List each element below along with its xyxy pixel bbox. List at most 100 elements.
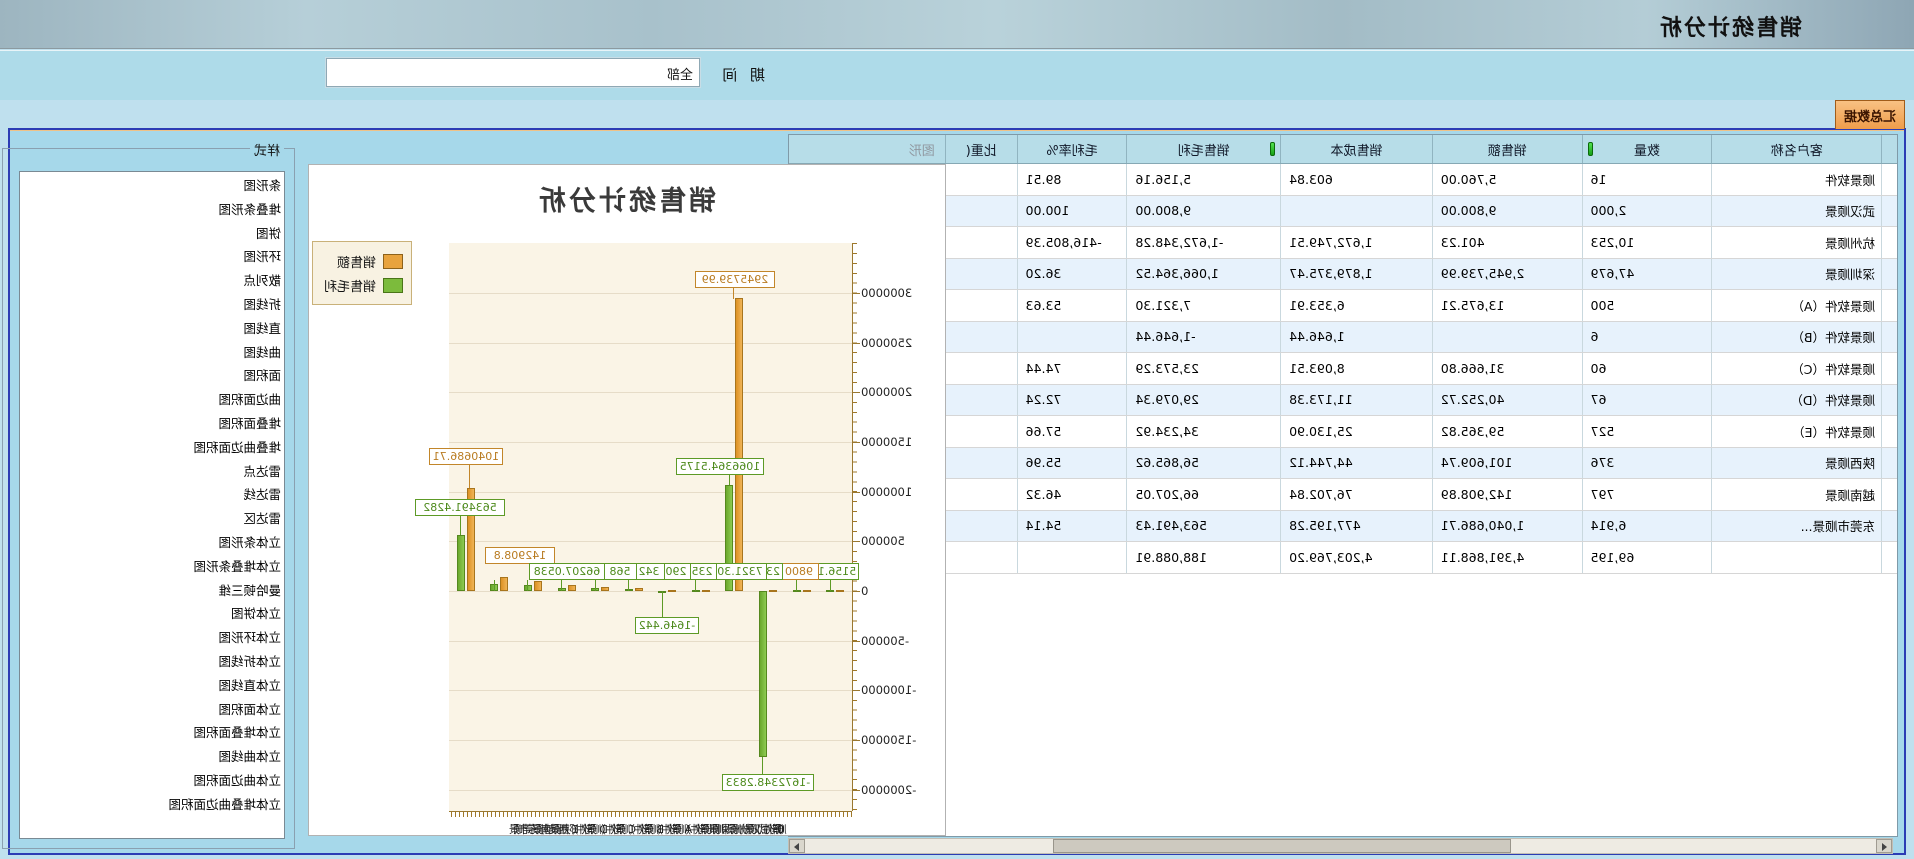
cell (1881, 259, 1897, 290)
list-item[interactable]: 立体饼图 (20, 603, 281, 627)
panel-accent-line (10, 130, 1904, 131)
cell: 66,207.05 (1126, 479, 1280, 510)
list-item[interactable]: 雷达点 (20, 461, 281, 485)
cell: 10,253 (1582, 227, 1712, 258)
cell: 9,800.00 (1432, 196, 1582, 227)
cell: 7,321.30 (1126, 290, 1280, 321)
cell (945, 448, 1017, 479)
cell: -1,672,348.28 (1126, 227, 1280, 258)
column-header-图形[interactable]: 图形 (789, 135, 945, 163)
column-header-销售毛利[interactable]: 销售毛利 (1126, 135, 1280, 163)
list-item[interactable]: 条形图 (20, 175, 281, 199)
list-item[interactable]: 立体面积图 (20, 699, 281, 723)
column-header-比重([interactable]: 比重( (945, 135, 1017, 163)
chart-style-listbox[interactable]: 条形图堆叠条形图饼图环形图散列点折线图直线图曲线图面积图曲边面积图堆叠面积图堆叠… (19, 171, 285, 839)
bar-销售额-越南顺景 (500, 577, 508, 591)
list-item[interactable]: 曼哈顿三维 (20, 580, 281, 604)
summary-table: 客户名称数量销售额销售成本销售毛利毛利率%比重(图形 顺景软件165,760.0… (788, 134, 1898, 837)
list-item[interactable]: 立体直线图 (20, 675, 281, 699)
cell (1881, 542, 1897, 573)
chart-legend: 销售额销售毛利 (312, 241, 412, 305)
column-header-数量[interactable]: 数量 (1582, 135, 1712, 163)
list-item[interactable]: 立体堆叠面积图 (20, 722, 281, 746)
scrollbar-thumb[interactable] (1053, 839, 1511, 853)
column-header-毛利率%[interactable]: 毛利率% (1017, 135, 1127, 163)
cell (945, 416, 1017, 447)
list-item[interactable]: 立体堆叠曲边面积图 (20, 794, 281, 818)
column-header-销售成本[interactable]: 销售成本 (1280, 135, 1432, 163)
list-item[interactable]: 饼图 (20, 223, 281, 247)
list-item[interactable]: 立体折线图 (20, 651, 281, 675)
list-item[interactable]: 堆叠曲边面积图 (20, 437, 281, 461)
cell (1711, 542, 1881, 573)
label-leader-line (494, 580, 495, 591)
list-item[interactable]: 折线图 (20, 294, 281, 318)
bar-销售额-顺景软件（D） (601, 587, 609, 591)
y-tick (853, 293, 860, 294)
gridline (449, 343, 852, 344)
list-item[interactable]: 散列点 (20, 270, 281, 294)
cell: 顺景软件（D） (1711, 385, 1881, 416)
horizontal-scrollbar[interactable] (788, 838, 1893, 854)
window-title: 销售统计分析 (1658, 10, 1802, 42)
list-item[interactable]: 直线图 (20, 318, 281, 342)
data-label: 7321.30 (713, 563, 767, 580)
list-item[interactable]: 面积图 (20, 365, 281, 389)
period-combo-input[interactable]: 全部 (326, 58, 700, 87)
table-row[interactable]: 顺景软件（B）61,646.44-1,646.44 (789, 322, 1897, 354)
table-row[interactable]: 陕西顺景376101,609.7444,744.1256,865.6255.96 (789, 448, 1897, 480)
column-header-销售额[interactable]: 销售额 (1432, 135, 1582, 163)
cell: 100.00 (1017, 196, 1127, 227)
cell: 25,130.90 (1280, 416, 1432, 447)
cell (945, 290, 1017, 321)
list-item[interactable]: 堆叠面积图 (20, 413, 281, 437)
table-row[interactable]: 东莞市顺景...6,9141,040,686.71477,195.28563,4… (789, 511, 1897, 543)
label-leader-line (469, 465, 470, 488)
cell: 6,914 (1582, 511, 1712, 542)
cell: 142,908.89 (1432, 479, 1582, 510)
cell: 57.66 (1017, 416, 1127, 447)
label-leader-line (527, 580, 528, 591)
list-item[interactable]: 立体条形图 (20, 532, 281, 556)
table-row[interactable]: 杭州顺景10,253401.231,672,749.51-1,672,348.2… (789, 227, 1897, 259)
column-header-客户名称[interactable]: 客户名称 (1711, 135, 1881, 163)
bar-销售额-杭州顺景 (769, 590, 777, 592)
list-item[interactable]: 曲边面积图 (20, 389, 281, 413)
data-label: 5156.1 (815, 563, 859, 580)
table-row[interactable]: 顺景软件165,760.00603.845,156.1689.51 (789, 164, 1897, 196)
table-row[interactable]: 69,1954,391,868.114,203,769.20188,088.91 (789, 542, 1897, 574)
list-item[interactable]: 雷达区 (20, 508, 281, 532)
table-row[interactable]: 深圳顺景47,6792,945,739.991,879,375.471,066,… (789, 259, 1897, 291)
cell (1881, 511, 1897, 542)
tab-summary-data[interactable]: 汇总数据 (1835, 100, 1905, 129)
data-label: 66207.0538 (529, 563, 605, 580)
list-item[interactable]: 环形图 (20, 246, 281, 270)
y-tick (853, 492, 860, 493)
gridline (449, 442, 852, 443)
list-item[interactable]: 立体曲线图 (20, 746, 281, 770)
bar-销售毛利-东莞市顺景 (457, 535, 465, 591)
scroll-right-button[interactable] (789, 839, 805, 853)
list-item[interactable]: 立体曲边面积图 (20, 770, 281, 794)
cell: 4,203,769.20 (1280, 542, 1432, 573)
table-row[interactable]: 顺景软件（A）50013,675.216,353.917,321.3053.63 (789, 290, 1897, 322)
list-item[interactable]: 立体堆叠条形图 (20, 556, 281, 580)
table-row[interactable]: 顺景软件（C）6031,666.808,093.5123,573.2974.44 (789, 353, 1897, 385)
list-item[interactable]: 立体环形图 (20, 627, 281, 651)
cell: 101,609.74 (1432, 448, 1582, 479)
list-item[interactable]: 曲线图 (20, 342, 281, 366)
table-row[interactable]: 武汉顺景2,0009,800.009,800.00100.00 (789, 196, 1897, 228)
cell: 477,195.28 (1280, 511, 1432, 542)
cell: 东莞市顺景... (1711, 511, 1881, 542)
label-leader-line (628, 580, 629, 591)
cell (1881, 196, 1897, 227)
x-axis-ticks (449, 812, 852, 817)
list-item[interactable]: 雷达线 (20, 484, 281, 508)
table-row[interactable]: 顺景软件（E）52759,365.8225,130.9034,234.9257.… (789, 416, 1897, 448)
list-item[interactable]: 堆叠条形图 (20, 199, 281, 223)
table-row[interactable]: 越南顺景797142,908.8976,702.8466,207.0546.32 (789, 479, 1897, 511)
scroll-left-button[interactable] (1876, 839, 1892, 853)
label-leader-line (729, 475, 730, 485)
table-row[interactable]: 顺景软件（D）6740,252.7211,173.3829,079.3472.2… (789, 385, 1897, 417)
cell: 顺景软件（B） (1711, 322, 1881, 353)
